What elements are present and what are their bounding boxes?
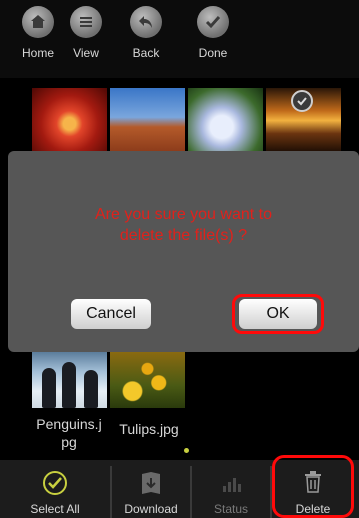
status-icon [219,470,243,499]
thumbnail-tulips[interactable] [110,352,185,408]
checkmark-icon [197,6,229,38]
page-indicator-dot [184,448,189,453]
dialog-message-line1: Are you sure you want to [95,206,272,223]
thumbnail-desert[interactable] [110,88,185,153]
thumbnail-penguins[interactable] [32,352,107,408]
download-label: Download [124,502,178,516]
select-all-label: Select All [30,502,80,516]
download-icon [139,470,163,501]
file-name-penguins: Penguins.j pg [30,415,108,451]
file-name-tulips: Tulips.jpg [119,421,179,437]
view-label: View [73,46,99,60]
thumbnail-sunset[interactable] [266,88,341,153]
dialog-message-line2: delete the file(s) ? [119,227,248,244]
dialog-message: Are you sure you want to delete the file… [8,204,359,246]
delete-confirm-dialog: Are you sure you want to delete the file… [8,151,359,352]
home-icon [22,6,54,38]
view-button[interactable]: View [58,6,114,60]
ok-button[interactable]: OK [239,299,317,329]
file-name-penguins-line1: Penguins.j [36,416,102,432]
thumbnail-hydrangeas[interactable] [188,88,263,153]
list-icon [70,6,102,38]
back-label: Back [132,46,160,60]
thumbnail-chrysanthemum[interactable] [32,88,107,153]
status-button[interactable]: Status [192,460,270,518]
penguin-shape [42,368,56,408]
download-button[interactable]: Download [112,460,190,518]
back-button[interactable]: Back [118,6,174,60]
cancel-button[interactable]: Cancel [71,299,151,329]
status-label: Status [213,502,249,516]
selected-check-icon [291,90,313,112]
select-all-button[interactable]: Select All [0,460,110,518]
top-toolbar: Home View Back Done [0,0,359,78]
back-arrow-icon [130,6,162,38]
done-button[interactable]: Done [185,6,241,60]
done-label: Done [198,46,228,60]
delete-highlight-frame [272,455,354,518]
penguin-shape [84,370,98,408]
file-name-penguins-line2: pg [61,434,77,450]
select-all-icon [42,470,68,501]
penguin-shape [62,362,76,408]
